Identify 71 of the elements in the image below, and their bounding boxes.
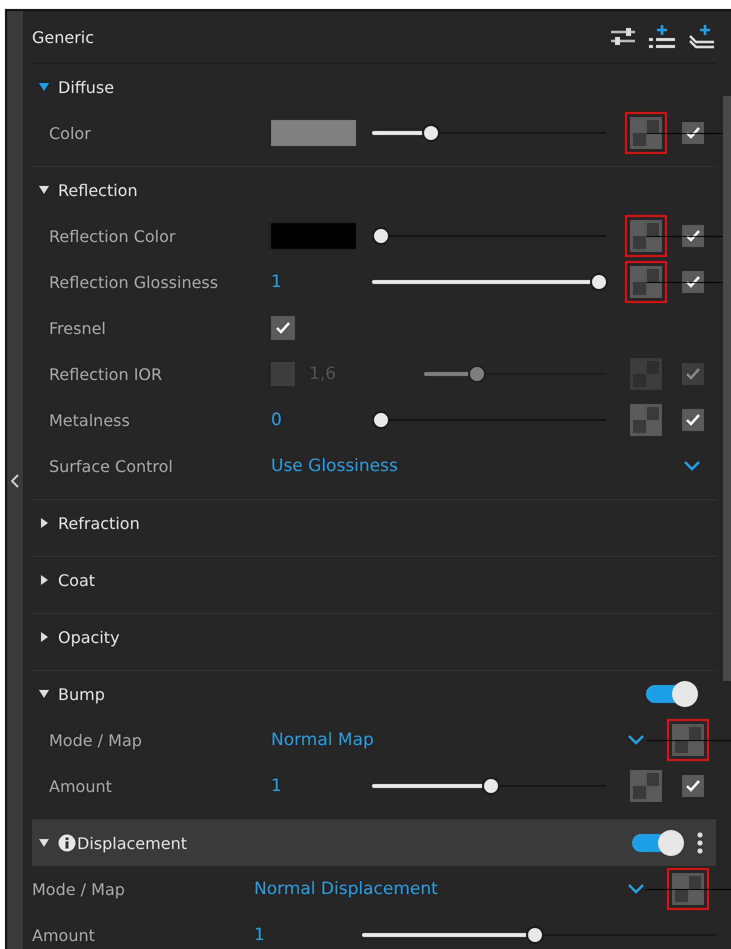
color-swatch[interactable] xyxy=(271,120,356,146)
collapse-icon[interactable] xyxy=(11,474,19,488)
section-title: Displacement xyxy=(77,834,187,852)
slider[interactable] xyxy=(372,126,606,140)
section-title: Diffuse xyxy=(58,78,114,96)
collapsed-icon[interactable] xyxy=(38,518,50,528)
more-icon[interactable] xyxy=(696,831,704,855)
checkmark-icon xyxy=(686,368,700,380)
dropdown[interactable]: Normal Map xyxy=(271,730,648,750)
chevron-down-icon[interactable] xyxy=(684,461,700,471)
section-header[interactable]: Reflection xyxy=(32,167,716,213)
value-text: 0 xyxy=(271,410,283,430)
checkbox[interactable] xyxy=(682,409,704,431)
property-label: Mode / Map xyxy=(32,880,126,898)
property-label: Surface Control xyxy=(49,456,174,476)
checkbox[interactable] xyxy=(271,316,295,340)
property-label: Amount xyxy=(49,776,113,796)
value-text: 1 xyxy=(271,272,283,292)
checkmark-icon xyxy=(276,322,290,334)
chevron-down-icon[interactable] xyxy=(628,735,644,745)
sliders-icon[interactable] xyxy=(610,26,636,48)
section-title: Bump xyxy=(58,684,105,704)
slider[interactable] xyxy=(362,928,716,942)
checkmark-icon xyxy=(686,230,700,242)
section-header[interactable]: Bump xyxy=(32,671,716,717)
section-header[interactable]: Coat xyxy=(32,557,716,603)
section-header[interactable]: Displacement xyxy=(32,820,716,866)
dropdown[interactable]: Normal Displacement xyxy=(254,879,648,899)
property-label: Reflection IOR xyxy=(49,364,164,384)
checkmark-icon xyxy=(686,276,700,288)
section-title: Coat xyxy=(58,570,96,590)
property-label: Color xyxy=(49,124,92,142)
add-list-icon[interactable] xyxy=(648,24,676,50)
slider[interactable] xyxy=(372,229,606,243)
checkbox[interactable] xyxy=(682,775,704,797)
checkmark-icon xyxy=(686,414,700,426)
property-label: Fresnel xyxy=(49,318,107,338)
property-label: Reflection Color xyxy=(49,226,176,246)
property-label: Amount xyxy=(32,926,96,944)
section-header[interactable]: Refraction xyxy=(32,500,716,546)
section-title: Refraction xyxy=(58,514,140,532)
expanded-icon[interactable] xyxy=(38,838,50,848)
property-label: Metalness xyxy=(49,410,131,430)
checkbox[interactable] xyxy=(682,122,704,144)
info-icon[interactable] xyxy=(58,834,76,852)
scrollbar[interactable] xyxy=(723,96,731,681)
checkmark-icon xyxy=(686,127,700,139)
color-swatch[interactable] xyxy=(271,223,356,249)
property-label: Reflection Glossiness xyxy=(49,272,220,292)
chevron-down-icon[interactable] xyxy=(628,884,644,894)
slider[interactable] xyxy=(372,779,606,793)
slider[interactable] xyxy=(372,413,606,427)
add-layer-icon[interactable] xyxy=(688,24,716,50)
collapsed-icon[interactable] xyxy=(38,575,50,585)
slider[interactable] xyxy=(372,275,606,289)
dropdown[interactable]: Use Glossiness xyxy=(271,456,704,476)
section-header[interactable]: Opacity xyxy=(32,614,716,660)
expanded-icon[interactable] xyxy=(38,689,50,699)
panel-title: Generic xyxy=(32,28,94,46)
expanded-icon[interactable] xyxy=(38,82,50,92)
checkbox[interactable] xyxy=(682,225,704,247)
checkbox[interactable] xyxy=(682,271,704,293)
value-text: 1 xyxy=(271,776,283,796)
property-label: Mode / Map xyxy=(49,730,143,750)
expanded-icon[interactable] xyxy=(38,185,50,195)
checkmark-icon xyxy=(686,780,700,792)
section-header[interactable]: Diffuse xyxy=(32,64,716,110)
section-title: Opacity xyxy=(58,628,120,646)
section-title: Reflection xyxy=(58,180,138,200)
collapsed-icon[interactable] xyxy=(38,632,50,642)
value-text: 1 xyxy=(254,925,266,945)
